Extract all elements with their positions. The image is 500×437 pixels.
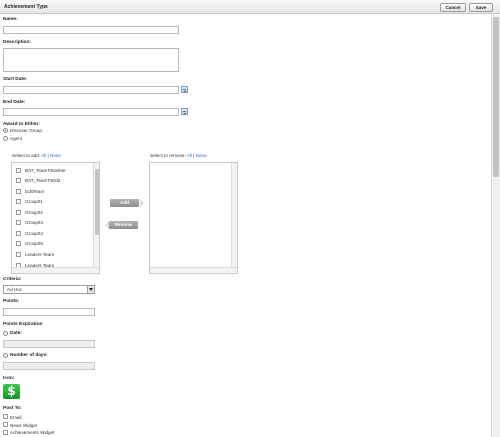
post-to-label: Post To: (3, 406, 22, 411)
email-checkbox[interactable] (3, 414, 8, 419)
select-to-remove-text: Select to remove: (150, 153, 186, 158)
available-list[interactable]: BAT_TeamToDelete BAT_TeamToEdit EditTeam… (11, 162, 100, 274)
news-widget-checkbox-label: News Widget (10, 423, 38, 428)
description-label: Description: (3, 40, 31, 45)
separator: | (47, 153, 49, 158)
list-item-label: Leaders Team (25, 252, 55, 257)
remove-button[interactable]: Remove (109, 221, 138, 229)
list-item-label: Group01 (25, 199, 43, 204)
start-date-input[interactable] (3, 86, 179, 94)
radio-discover-group-label: Discover Group (10, 128, 42, 133)
checkbox[interactable] (16, 220, 21, 225)
list-item-label: Group04 (25, 231, 43, 236)
page-scroll-thumb[interactable] (493, 17, 499, 177)
criteria-value: Ad Hoc (7, 287, 23, 292)
list-hscrollbar[interactable] (150, 267, 237, 273)
end-date-input[interactable] (3, 108, 179, 116)
select-to-remove-label: Select to remove: All | None (150, 153, 207, 158)
achievements-widget-checkbox-label: Achievements Widget (10, 430, 55, 435)
selected-list[interactable] (149, 162, 238, 274)
points-input[interactable] (3, 308, 95, 316)
dollar-icon[interactable]: $ (3, 384, 20, 399)
icon-label: Icon: (3, 376, 15, 381)
checkbox[interactable] (16, 252, 21, 257)
expiration-date-input[interactable] (3, 340, 95, 348)
title-bar: Achievement Type Cancel Save (0, 0, 500, 14)
award-label: Award to Either: (3, 122, 40, 127)
select-to-add-label: Select to add: All | None (12, 153, 61, 158)
checkbox[interactable] (16, 178, 21, 183)
points-label: Points: (3, 299, 20, 304)
checkbox[interactable] (16, 231, 21, 236)
calendar-icon[interactable] (181, 86, 188, 93)
remove-all-link[interactable]: All (187, 153, 192, 158)
checkbox[interactable] (16, 210, 21, 215)
number-of-days-input[interactable] (3, 362, 95, 370)
end-date-label: End Date: (3, 100, 26, 105)
checkbox[interactable] (16, 199, 21, 204)
select-to-add-text: Select to add: (12, 153, 41, 158)
news-widget-checkbox[interactable] (3, 422, 8, 427)
list-item-label: BAT_TeamToEdit (25, 178, 61, 183)
page-title: Achievement Type (4, 4, 48, 10)
add-button[interactable]: Add (110, 199, 139, 207)
remove-none-link[interactable]: None (196, 153, 207, 158)
add-all-link[interactable]: All (41, 153, 46, 158)
list-item-label: Group03 (25, 220, 43, 225)
name-label: Name: (3, 17, 18, 22)
chevron-down-icon[interactable] (87, 286, 94, 293)
criteria-label: Criteria: (3, 277, 22, 282)
list-scrollbar[interactable] (93, 163, 99, 267)
calendar-icon[interactable] (181, 108, 188, 115)
list-item-label: BAT_TeamToDelete (25, 168, 66, 173)
page-scrollbar[interactable] (491, 15, 500, 437)
radio-number-of-days-label: Number of days: (10, 353, 48, 358)
arrow-right-icon (140, 199, 144, 207)
checkbox[interactable] (16, 189, 21, 194)
radio-discover-group[interactable] (3, 128, 8, 133)
email-checkbox-label: Email (10, 415, 22, 420)
list-item-label: Group02 (25, 210, 43, 215)
radio-number-of-days[interactable] (3, 353, 8, 358)
separator: | (193, 153, 195, 158)
achievements-widget-checkbox[interactable] (3, 430, 8, 435)
name-input[interactable] (3, 26, 179, 34)
points-expiration-label: Points Expiration (3, 322, 43, 327)
checkbox[interactable] (16, 241, 21, 246)
list-scrollbar[interactable] (231, 163, 237, 267)
criteria-select[interactable]: Ad Hoc (3, 285, 95, 294)
radio-agent[interactable] (3, 136, 8, 141)
add-none-link[interactable]: None (50, 153, 61, 158)
description-textarea[interactable] (3, 48, 179, 72)
radio-date-label: Date: (10, 331, 22, 336)
radio-date[interactable] (3, 331, 8, 336)
radio-agent-label: Agent (10, 136, 23, 141)
list-item-label: Group05 (25, 241, 43, 246)
save-button[interactable]: Save (469, 3, 493, 12)
cancel-button[interactable]: Cancel (440, 3, 466, 12)
list-item-label: EditTeam (25, 189, 45, 194)
start-date-label: Start Date: (3, 77, 28, 82)
scroll-thumb[interactable] (95, 169, 99, 235)
list-hscrollbar[interactable] (12, 267, 99, 273)
checkbox[interactable] (16, 168, 21, 173)
